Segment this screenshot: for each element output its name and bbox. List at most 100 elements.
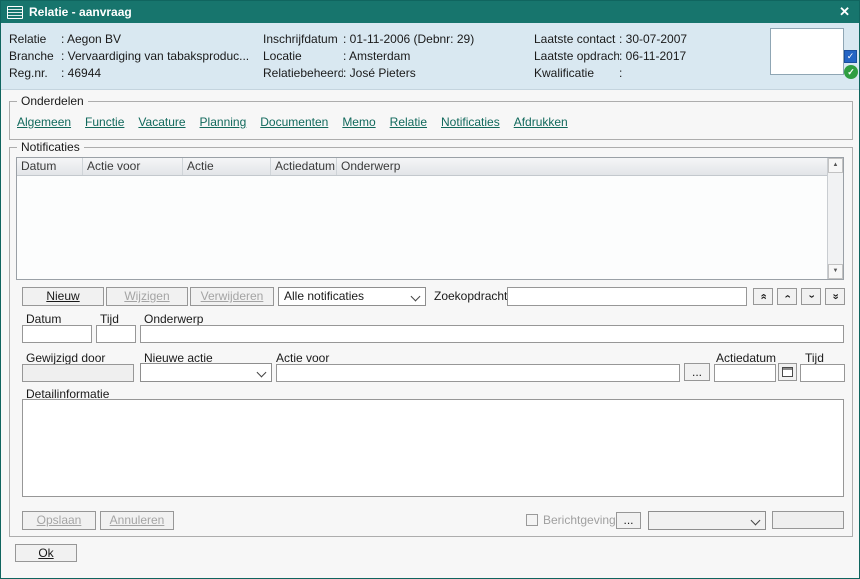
tab-functie[interactable]: Functie bbox=[85, 115, 124, 129]
relatiebeheerder-value: : José Pieters bbox=[343, 65, 416, 82]
table-scrollbar[interactable]: ▲ ▼ bbox=[827, 158, 843, 279]
chevron-down-icon bbox=[257, 368, 267, 378]
chevron-down-icon: › bbox=[805, 295, 816, 299]
table-header: Datum Actie voor Actie Actiedatum Onderw… bbox=[17, 158, 827, 176]
header-checkbox[interactable]: ✓ bbox=[844, 50, 857, 63]
actie-voor-label: Actie voor bbox=[276, 351, 329, 365]
datum-label: Datum bbox=[26, 312, 61, 326]
gewijzigd-door-label: Gewijzigd door bbox=[26, 351, 105, 365]
filter-dropdown[interactable]: Alle notificaties bbox=[278, 287, 426, 306]
filter-selected-value: Alle notificaties bbox=[284, 289, 364, 303]
tab-vacature[interactable]: Vacature bbox=[138, 115, 185, 129]
scroll-down-icon[interactable]: ▼ bbox=[828, 264, 843, 279]
actie-voor-input[interactable] bbox=[276, 364, 680, 382]
kwalificatie-label: Kwalificatie bbox=[534, 65, 619, 82]
relatie-row: Relatie : Aegon BV bbox=[9, 31, 249, 48]
detail-textarea[interactable] bbox=[22, 399, 844, 497]
notificaties-legend: Notificaties bbox=[17, 140, 84, 154]
tab-memo[interactable]: Memo bbox=[342, 115, 375, 129]
laatste-contact-value: : 30-07-2007 bbox=[619, 31, 687, 48]
ok-button[interactable]: Ok bbox=[15, 544, 77, 562]
tab-afdrukken[interactable]: Afdrukken bbox=[514, 115, 568, 129]
opslaan-button[interactable]: Opslaan bbox=[22, 511, 96, 530]
tab-relatie[interactable]: Relatie bbox=[390, 115, 427, 129]
column-header-datum[interactable]: Datum bbox=[17, 158, 83, 175]
tijd2-input[interactable] bbox=[800, 364, 845, 382]
double-chevron-down-icon: » bbox=[830, 293, 841, 299]
window-icon bbox=[7, 6, 23, 19]
berichtgeving-dropdown[interactable] bbox=[648, 511, 766, 530]
actiedatum-label: Actiedatum bbox=[716, 351, 776, 365]
wijzigen-button[interactable]: Wijzigen bbox=[106, 287, 188, 306]
record-nav: « ‹ › » bbox=[753, 288, 845, 305]
branche-value: : Vervaardiging van tabaksproduc... bbox=[61, 48, 249, 65]
onderwerp-label: Onderwerp bbox=[144, 312, 203, 326]
onderwerp-input[interactable] bbox=[140, 325, 844, 343]
onderdelen-group: Onderdelen Algemeen Functie Vacature Pla… bbox=[9, 101, 853, 140]
last-record-button[interactable]: » bbox=[825, 288, 845, 305]
kwalificatie-value: : bbox=[619, 65, 622, 82]
previous-record-button[interactable]: ‹ bbox=[777, 288, 797, 305]
tijd-label: Tijd bbox=[100, 312, 119, 326]
actiedatum-calendar-button[interactable] bbox=[778, 363, 797, 381]
header-col-2: Inschrijfdatum : 01-11-2006 (Debnr: 29) … bbox=[263, 31, 474, 82]
berichtgeving-label: Berichtgeving bbox=[543, 513, 616, 527]
column-header-actie-voor[interactable]: Actie voor bbox=[83, 158, 183, 175]
next-record-button[interactable]: › bbox=[801, 288, 821, 305]
branche-label: Branche bbox=[9, 48, 61, 65]
tab-notificaties[interactable]: Notificaties bbox=[441, 115, 500, 129]
berichtgeving-browse-button[interactable]: ... bbox=[616, 512, 641, 529]
close-icon[interactable]: ✕ bbox=[839, 4, 850, 20]
column-header-actiedatum[interactable]: Actiedatum bbox=[271, 158, 337, 175]
locatie-row: Locatie : Amsterdam bbox=[263, 48, 474, 65]
search-input[interactable] bbox=[507, 287, 747, 306]
calendar-icon bbox=[782, 367, 793, 377]
berichtgeving-input[interactable] bbox=[772, 511, 844, 529]
tab-documenten[interactable]: Documenten bbox=[260, 115, 328, 129]
tab-algemeen[interactable]: Algemeen bbox=[17, 115, 71, 129]
locatie-label: Locatie bbox=[263, 48, 343, 65]
onderdelen-links: Algemeen Functie Vacature Planning Docum… bbox=[17, 115, 568, 129]
relatiebeheerder-label: Relatiebeheerde bbox=[263, 65, 343, 82]
inschrijfdatum-value: : 01-11-2006 (Debnr: 29) bbox=[343, 31, 474, 48]
tijd2-label: Tijd bbox=[805, 351, 824, 365]
check-icon: ✓ bbox=[847, 51, 855, 61]
branche-row: Branche : Vervaardiging van tabaksproduc… bbox=[9, 48, 249, 65]
chevron-up-icon: ‹ bbox=[781, 295, 792, 299]
laatste-opdracht-row: Laatste opdrach : 06-11-2017 bbox=[534, 48, 687, 65]
photo-placeholder bbox=[770, 28, 844, 75]
relatie-aanvraag-window: Relatie - aanvraag ✕ Relatie : Aegon BV … bbox=[0, 0, 860, 579]
nieuwe-actie-dropdown[interactable] bbox=[140, 363, 272, 382]
first-record-button[interactable]: « bbox=[753, 288, 773, 305]
window-title: Relatie - aanvraag bbox=[29, 5, 132, 19]
column-header-onderwerp[interactable]: Onderwerp bbox=[337, 158, 827, 175]
actiedatum-input[interactable] bbox=[714, 364, 776, 382]
actie-voor-browse-button[interactable]: ... bbox=[684, 363, 710, 381]
header-col-1: Relatie : Aegon BV Branche : Vervaardigi… bbox=[9, 31, 249, 82]
laatste-opdracht-label: Laatste opdrach bbox=[534, 48, 619, 65]
nieuw-button[interactable]: Nieuw bbox=[22, 287, 104, 306]
gewijzigd-door-input[interactable] bbox=[22, 364, 134, 382]
relatie-label: Relatie bbox=[9, 31, 61, 48]
annuleren-button[interactable]: Annuleren bbox=[100, 511, 174, 530]
status-ok-icon: ✓ bbox=[844, 65, 858, 79]
tab-planning[interactable]: Planning bbox=[200, 115, 247, 129]
zoekopdracht-label: Zoekopdracht bbox=[434, 289, 507, 303]
notificaties-group: Notificaties Datum Actie voor Actie Acti… bbox=[9, 147, 853, 537]
datum-input[interactable] bbox=[22, 325, 92, 343]
chevron-down-icon bbox=[411, 292, 421, 302]
inschrijfdatum-row: Inschrijfdatum : 01-11-2006 (Debnr: 29) bbox=[263, 31, 474, 48]
berichtgeving-checkbox[interactable] bbox=[526, 514, 538, 526]
verwijderen-button[interactable]: Verwijderen bbox=[190, 287, 274, 306]
scroll-up-icon[interactable]: ▲ bbox=[828, 158, 843, 173]
tijd-input[interactable] bbox=[96, 325, 136, 343]
onderdelen-legend: Onderdelen bbox=[17, 94, 88, 108]
table-body[interactable] bbox=[17, 176, 827, 279]
regnr-label: Reg.nr. bbox=[9, 65, 61, 82]
relatie-value: : Aegon BV bbox=[61, 31, 121, 48]
column-header-actie[interactable]: Actie bbox=[183, 158, 271, 175]
laatste-contact-row: Laatste contact : 30-07-2007 bbox=[534, 31, 687, 48]
laatste-contact-label: Laatste contact bbox=[534, 31, 619, 48]
check-icon: ✓ bbox=[847, 67, 855, 77]
relation-header: Relatie : Aegon BV Branche : Vervaardigi… bbox=[1, 23, 859, 90]
